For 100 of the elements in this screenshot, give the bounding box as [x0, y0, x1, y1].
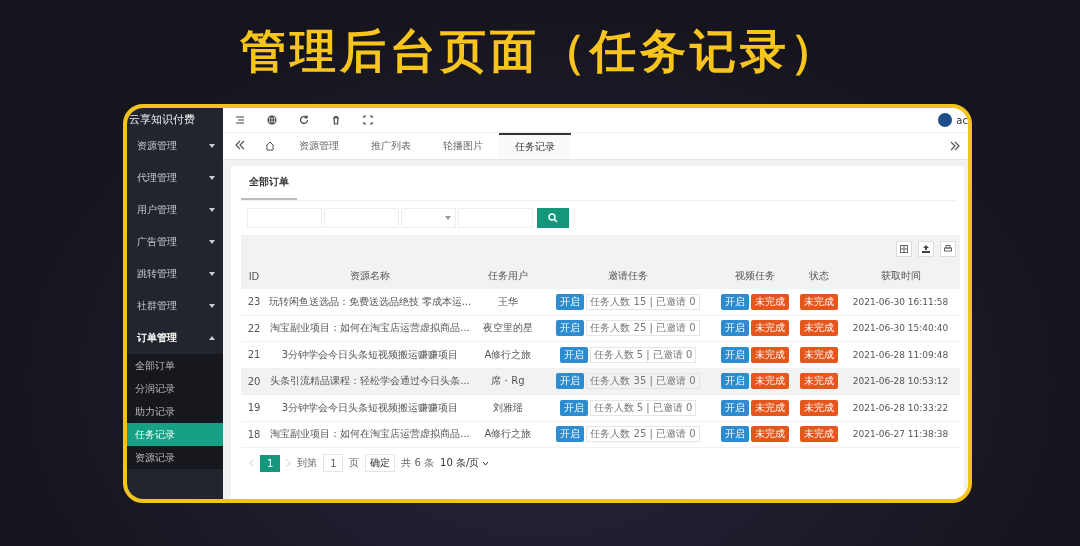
table-row[interactable]: 20 头条引流精品课程：轻松学会通过今日头条... 席・Rg 开启 任务人数 35 | 已邀请 0 开启 未完成 未完成 2021-06-28 10:53:12	[241, 368, 960, 395]
card-tab[interactable]: 全部订单	[241, 166, 297, 200]
status-tag: 开启	[556, 426, 585, 443]
caret-icon	[209, 336, 215, 340]
table-cell-text: 22	[246, 322, 262, 334]
page-tab[interactable]: 任务记录	[499, 133, 571, 159]
chevrons-right-icon[interactable]	[950, 141, 960, 151]
status-tag: 开启	[721, 346, 749, 363]
status-tag: 未完成	[751, 399, 789, 416]
caret-icon	[209, 144, 215, 148]
home-icon[interactable]	[265, 141, 275, 151]
columns-icon[interactable]	[896, 241, 912, 257]
sidebar-subitem[interactable]: 助力记录	[127, 400, 223, 423]
sidebar-item[interactable]: 广告管理	[127, 226, 223, 258]
table-row[interactable]: 23 玩转闲鱼送选品：免费送选品绝技 零成本运... 王华 开启 任务人数 15 | 已邀请 0 开启 未完成 未完成 2021-06-30 16:11:58	[241, 289, 960, 316]
status-tag: 开启	[559, 399, 588, 416]
caret-icon	[209, 240, 215, 244]
avatar[interactable]	[938, 113, 953, 127]
column-header: 任务用户	[487, 269, 529, 283]
invite-info: 任务人数 35 | 已邀请 0	[586, 373, 700, 390]
status-tag: 未完成	[800, 346, 838, 363]
table-cell-text: 23	[246, 296, 262, 308]
total-count: 共 6 条	[401, 456, 435, 470]
table-cell-text: 19	[246, 402, 262, 414]
page-number[interactable]: 1	[260, 454, 281, 472]
print-icon[interactable]	[940, 241, 956, 257]
status-tag: 未完成	[751, 373, 789, 390]
status-tag: 未完成	[800, 373, 838, 390]
select-field[interactable]	[401, 208, 456, 228]
page-title: 管理后台页面（任务记录）	[239, 23, 841, 80]
search-icon	[548, 213, 558, 223]
caret-icon	[209, 304, 215, 308]
globe-icon[interactable]	[267, 115, 277, 125]
sidebar-item[interactable]: 订单管理	[127, 322, 223, 354]
fullscreen-icon[interactable]	[363, 115, 373, 125]
sidebar-item[interactable]: 用户管理	[127, 194, 223, 226]
table-cell-text: A修行之旅	[483, 347, 533, 362]
status-tag: 开启	[556, 293, 585, 310]
caret-icon	[209, 272, 215, 276]
column-header: 状态	[808, 269, 830, 283]
menu-icon[interactable]	[235, 115, 245, 125]
table-cell-text: 头条引流精品课程：轻松学会通过今日头条...	[269, 374, 471, 389]
column-header: 视频任务	[734, 269, 776, 283]
table-cell-text: 18	[246, 428, 262, 440]
table-cell-text: 2021-06-28 10:33:22	[851, 402, 950, 413]
invite-info: 任务人数 5 | 已邀请 0	[589, 346, 697, 363]
page-tab[interactable]: 轮播图片	[427, 133, 499, 159]
status-tag: 开启	[721, 426, 749, 443]
sidebar-item[interactable]: 代理管理	[127, 162, 223, 194]
table-cell-text: A修行之旅	[483, 427, 533, 442]
sidebar-item[interactable]: 社群管理	[127, 290, 223, 322]
table-row[interactable]: 18 淘宝副业项目：如何在淘宝店运营虚拟商品... A修行之旅 开启 任务人数 25 | 已邀请 0 开启 未完成 未完成 2021-06-27 11:38:38	[241, 421, 960, 448]
invite-info: 任务人数 5 | 已邀请 0	[589, 399, 697, 416]
table-row[interactable]: 19 3分钟学会今日头条短视频搬运赚赚项目 刘雅瑶 开启 任务人数 5 | 已邀请 0 开启 未完成 未完成 2021-06-28 10:33:22	[241, 395, 960, 422]
table-cell-text: 2021-06-28 10:53:12	[851, 376, 950, 387]
table-row[interactable]: 21 3分钟学会今日头条短视频搬运赚赚项目 A修行之旅 开启 任务人数 5 | 已邀请 0 开启 未完成 未完成 2021-06-28 11:09:48	[241, 342, 960, 369]
table-row[interactable]: 22 淘宝副业项目：如何在淘宝店运营虚拟商品... 夜空里的星 开启 任务人数 25 | 已邀请 0 开启 未完成 未完成 2021-06-30 15:40:40	[241, 315, 960, 342]
table-cell-text: 刘雅瑶	[492, 400, 524, 415]
page-tab[interactable]: 资源管理	[283, 133, 355, 159]
status-tag: 未完成	[751, 426, 789, 443]
status-tag: 未完成	[800, 320, 838, 337]
user-name[interactable]: ac	[956, 114, 968, 126]
brand-name: 云享知识付费	[128, 111, 196, 128]
invite-info: 任务人数 25 | 已邀请 0	[586, 426, 700, 443]
status-tag: 未完成	[800, 426, 838, 443]
status-tag: 开启	[721, 373, 749, 390]
page-size-select[interactable]: 10 条/页	[440, 456, 490, 470]
column-header: 邀请任务	[607, 269, 649, 283]
table-cell-text: 夜空里的星	[482, 321, 534, 336]
table-cell-text: 2021-06-27 11:38:38	[851, 429, 950, 440]
invite-info: 任务人数 25 | 已邀请 0	[586, 320, 700, 337]
page-unit: 页	[349, 456, 360, 470]
sidebar-subitem[interactable]: 资源记录	[127, 446, 223, 469]
table-cell-text: 席・Rg	[490, 374, 526, 389]
search-button[interactable]	[537, 208, 569, 228]
sidebar-item[interactable]: 资源管理	[127, 130, 223, 162]
trash-icon[interactable]	[331, 115, 341, 125]
caret-icon	[209, 208, 215, 212]
table-cell: 玩转闲鱼送选品：免费送选品绝技 零成本运...	[267, 294, 473, 309]
status-tag: 未完成	[751, 293, 789, 310]
status-tag: 未完成	[800, 293, 838, 310]
status-tag: 开启	[559, 346, 588, 363]
sidebar-subitem[interactable]: 全部订单	[127, 354, 223, 377]
table-cell-text: 2021-06-30 15:40:40	[851, 323, 950, 334]
goto-label: 到第	[297, 456, 318, 470]
table-cell-text: 淘宝副业项目：如何在淘宝店运营虚拟商品...	[269, 427, 471, 442]
table-cell-text: 2021-06-30 16:11:58	[851, 296, 950, 307]
confirm-button[interactable]: 确定	[365, 454, 396, 472]
sidebar-subitem[interactable]: 分润记录	[127, 377, 223, 400]
table-cell-text: 王华	[497, 294, 519, 309]
table-cell-text: 20	[246, 375, 262, 387]
page-input[interactable]: 1	[323, 454, 344, 472]
status-tag: 开启	[721, 399, 749, 416]
column-header: 资源名称	[349, 269, 391, 283]
refresh-icon[interactable]	[299, 115, 309, 125]
sidebar-item[interactable]: 跳转管理	[127, 258, 223, 290]
page-tab[interactable]: 推广列表	[355, 133, 427, 159]
status-tag: 未完成	[751, 346, 789, 363]
export-icon[interactable]	[918, 241, 934, 257]
table-cell-text: 3分钟学会今日头条短视频搬运赚赚项目	[280, 400, 460, 415]
